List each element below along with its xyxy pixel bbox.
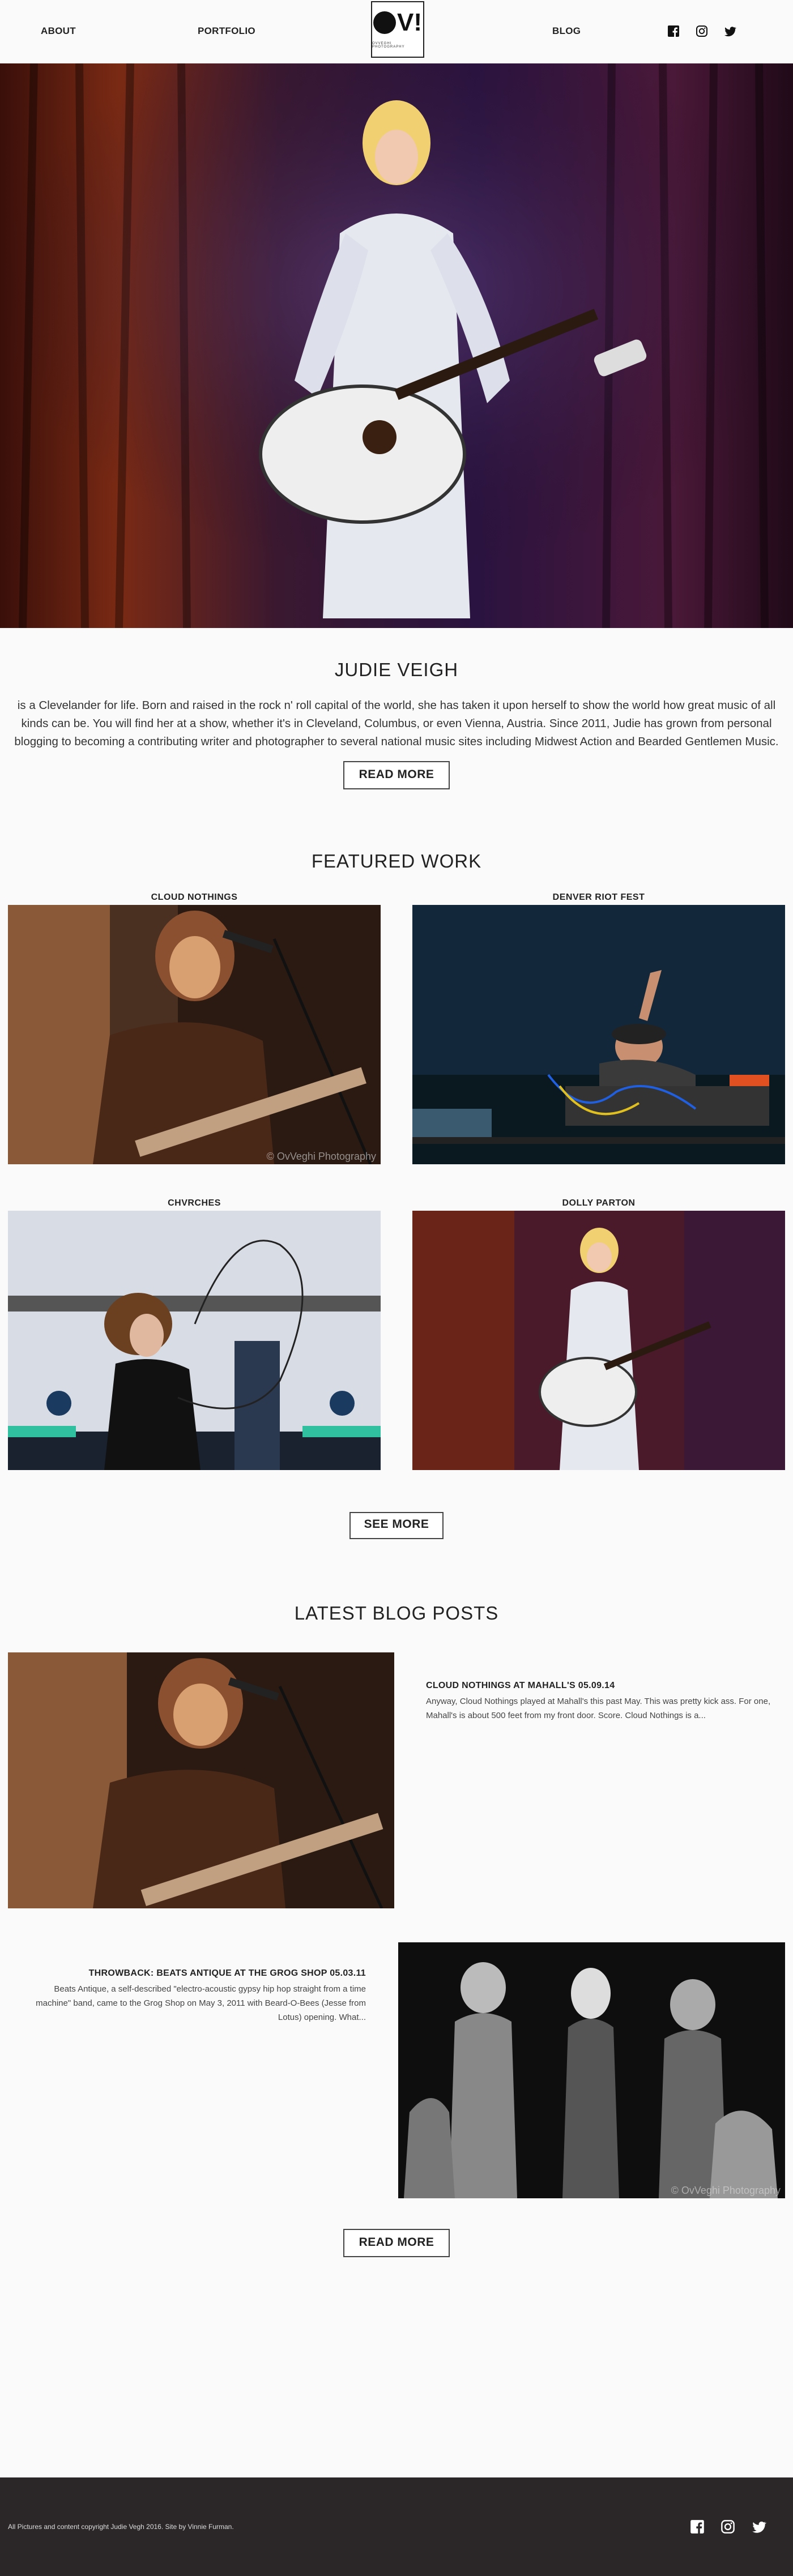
twitter-icon[interactable] xyxy=(724,25,736,37)
card-title: CLOUD NOTHINGS xyxy=(151,892,238,902)
about-read-more-button[interactable]: READ MORE xyxy=(343,761,450,789)
blog-post-1-title[interactable]: CLOUD NOTHINGS AT MAHALL'S 05.09.14 xyxy=(426,1681,615,1690)
card-photo: © OvVeghi Photography xyxy=(8,905,381,1164)
about-title: JUDIE VEIGH xyxy=(334,659,459,680)
facebook-icon[interactable] xyxy=(667,25,680,37)
photo-watermark: © OvVeghi Photography xyxy=(267,1151,376,1162)
blog-post-1-excerpt: Anyway, Cloud Nothings played at Mahall'… xyxy=(426,1697,771,1720)
blog-post-2-excerpt: Beats Antique, a self-described "electro… xyxy=(36,1984,366,2022)
footer-social-links xyxy=(690,2519,767,2537)
facebook-icon[interactable] xyxy=(690,2519,705,2537)
card-photo xyxy=(412,1211,785,1470)
featured-work-section: FEATURED WORK CLOUD NOTHINGS © OvVeghi P… xyxy=(0,789,793,1539)
logo-tagline: OVVEGHI PHOTOGRAPHY xyxy=(372,42,405,49)
blog-post-2-image[interactable]: © OvVeghi Photography xyxy=(398,1942,785,2198)
hero-banner-photo xyxy=(0,63,793,628)
blog-post-1-text: CLOUD NOTHINGS AT MAHALL'S 05.09.14 Anyw… xyxy=(426,1681,771,1723)
header-social-links xyxy=(667,25,736,37)
card-title: DOLLY PARTON xyxy=(562,1198,636,1208)
footer-copyright: All Pictures and content copyright Judie… xyxy=(8,2523,234,2531)
about-section: JUDIE VEIGH is a Clevelander for life. B… xyxy=(0,628,793,789)
card-photo xyxy=(8,1211,381,1470)
site-header: ABOUT PORTFOLIO V! OVVEGHI PHOTOGRAPHY B… xyxy=(0,0,793,63)
blog-post-2-title[interactable]: THROWBACK: BEATS ANTIQUE AT THE GROG SHO… xyxy=(89,1968,366,1978)
card-title: CHVRCHES xyxy=(168,1198,221,1208)
blog-post-1-image[interactable] xyxy=(8,1652,394,1908)
featured-card-chvrches[interactable]: CHVRCHES xyxy=(8,1198,381,1470)
instagram-icon[interactable] xyxy=(696,25,708,37)
latest-blog-section: LATEST BLOG POSTS CLOUD NOTHINGS AT MAHA… xyxy=(0,1539,793,2304)
featured-card-cloud-nothings[interactable]: CLOUD NOTHINGS © OvVeghi Photography xyxy=(8,892,381,1164)
nav-portfolio-link[interactable]: PORTFOLIO xyxy=(198,25,255,37)
card-photo xyxy=(412,905,785,1164)
logo-v-glyph: V! xyxy=(397,8,422,36)
featured-grid: CLOUD NOTHINGS © OvVeghi Photography DEN… xyxy=(0,892,793,1521)
nav-about-link[interactable]: ABOUT xyxy=(41,25,76,37)
blog-title: LATEST BLOG POSTS xyxy=(294,1603,499,1624)
nav-blog-link[interactable]: BLOG xyxy=(552,25,581,37)
blog-read-more-wrap: READ MORE xyxy=(0,2229,793,2257)
blog-posts-list: CLOUD NOTHINGS AT MAHALL'S 05.09.14 Anyw… xyxy=(0,1652,793,2304)
instagram-icon[interactable] xyxy=(720,2519,735,2537)
about-text: is a Clevelander for life. Born and rais… xyxy=(14,699,779,748)
photo-watermark: © OvVeghi Photography xyxy=(671,2185,781,2196)
featured-card-dolly-parton[interactable]: DOLLY PARTON xyxy=(412,1198,785,1470)
site-footer: All Pictures and content copyright Judie… xyxy=(0,2477,793,2576)
site-logo[interactable]: V! OVVEGHI PHOTOGRAPHY xyxy=(371,1,424,58)
logo-o-shape xyxy=(373,11,396,34)
logo-mark: V! xyxy=(373,8,422,36)
blog-read-more-button[interactable]: READ MORE xyxy=(343,2229,450,2257)
card-title: DENVER RIOT FEST xyxy=(552,892,645,902)
blog-post-2-text: THROWBACK: BEATS ANTIQUE AT THE GROG SHO… xyxy=(20,1968,366,2024)
featured-title: FEATURED WORK xyxy=(311,851,482,872)
featured-card-denver-riot-fest[interactable]: DENVER RIOT FEST xyxy=(412,892,785,1164)
twitter-icon[interactable] xyxy=(751,2519,767,2537)
